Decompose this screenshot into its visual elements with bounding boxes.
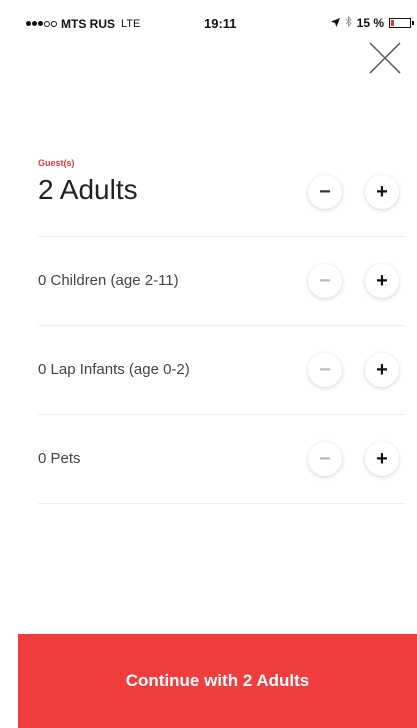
status-bar: MTS RUS LTE 19:11 15 % <box>0 0 417 44</box>
plus-icon: + <box>376 448 388 470</box>
children-label: 0 Children (age 2-11) <box>38 272 179 289</box>
pets-label: 0 Pets <box>38 450 81 467</box>
continue-button[interactable]: Continue with 2 Adults <box>18 634 417 728</box>
adults-increment-button[interactable]: + <box>365 175 399 209</box>
children-row: 0 Children (age 2-11) − + <box>38 264 405 300</box>
close-icon <box>369 42 401 74</box>
minus-icon: − <box>319 359 331 381</box>
children-increment-button[interactable]: + <box>365 264 399 298</box>
minus-icon: − <box>319 181 331 203</box>
pets-increment-button[interactable]: + <box>365 442 399 476</box>
lap-infants-row: 0 Lap Infants (age 0-2) − + <box>38 353 405 389</box>
plus-icon: + <box>376 181 388 203</box>
battery-percent: 15 % <box>356 16 384 30</box>
adults-row: 2 Adults − + <box>38 172 405 210</box>
lap-infants-increment-button[interactable]: + <box>365 353 399 387</box>
plus-icon: + <box>376 359 388 381</box>
bluetooth-icon <box>345 15 352 30</box>
children-decrement-button[interactable]: − <box>308 264 342 298</box>
pets-decrement-button[interactable]: − <box>308 442 342 476</box>
divider <box>38 414 405 415</box>
lap-infants-decrement-button[interactable]: − <box>308 353 342 387</box>
signal-dots-icon <box>26 21 57 27</box>
divider <box>38 236 405 237</box>
continue-button-label: Continue with 2 Adults <box>125 671 310 690</box>
location-arrow-icon <box>330 16 340 30</box>
minus-icon: − <box>319 448 331 470</box>
adults-label: 2 Adults <box>38 174 138 205</box>
network-type: LTE <box>121 18 141 30</box>
guests-section-label: Guest(s) <box>38 158 75 168</box>
lap-infants-label: 0 Lap Infants (age 0-2) <box>38 361 190 378</box>
pets-row: 0 Pets − + <box>38 442 405 478</box>
minus-icon: − <box>319 270 331 292</box>
status-left: MTS RUS LTE <box>26 17 140 31</box>
status-time: 19:11 <box>204 16 237 31</box>
plus-icon: + <box>376 270 388 292</box>
adults-decrement-button[interactable]: − <box>308 175 342 209</box>
close-button[interactable] <box>367 40 403 76</box>
status-right: 15 % <box>330 15 414 30</box>
divider <box>38 325 405 326</box>
battery-icon <box>389 18 414 28</box>
divider <box>38 503 405 504</box>
carrier-name: MTS RUS <box>61 17 115 31</box>
